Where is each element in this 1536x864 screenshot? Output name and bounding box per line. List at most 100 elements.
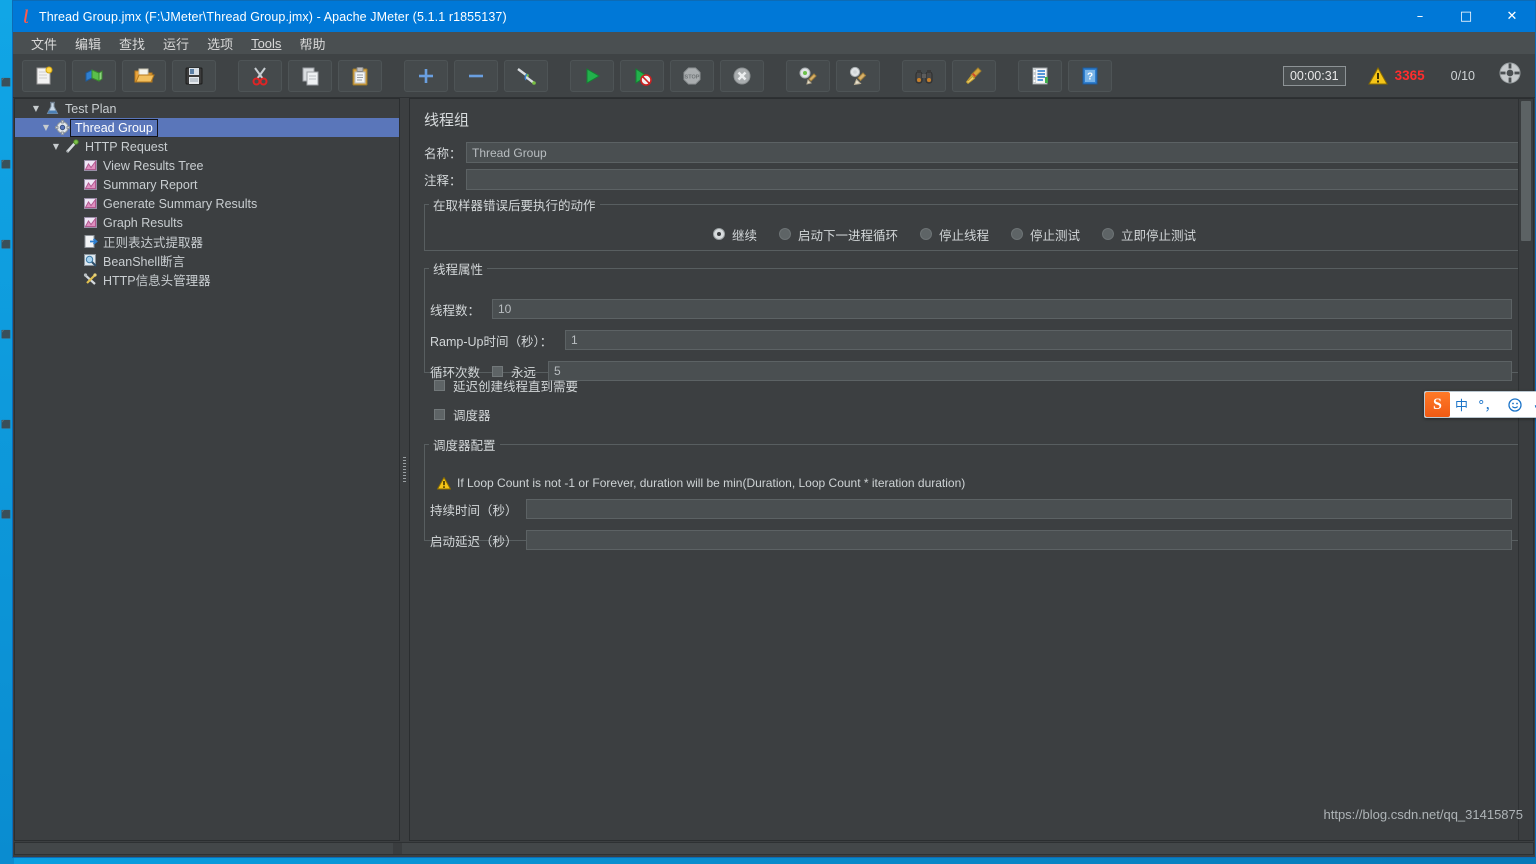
toolbar-status-area: 00:00:31 3365 0/10 [1282, 60, 1535, 91]
function-helper-button[interactable] [1018, 59, 1062, 92]
menu-bar: 文件 编辑 查找 运行 选项 Tools 帮助 [13, 32, 1535, 54]
warning-triangle-icon [437, 476, 451, 489]
forever-checkbox[interactable] [492, 365, 504, 377]
chevron-down-icon[interactable]: ▼ [29, 104, 43, 113]
delay-thread-creation-row[interactable]: 延迟创建线程直到需要 [434, 376, 578, 395]
chevron-down-icon[interactable]: ▼ [39, 123, 53, 132]
duration-row: 持续时间（秒） [430, 499, 1512, 519]
name-label: 名称： [424, 147, 462, 161]
maximize-button[interactable]: □ [1443, 1, 1489, 32]
startup-delay-input[interactable] [526, 530, 1512, 550]
tree-item-label: 正则表达式提取器 [103, 236, 204, 250]
copy-button[interactable] [288, 59, 332, 92]
new-button[interactable] [22, 59, 66, 92]
tree-item-thread-group[interactable]: ▼ Thread Group [15, 118, 399, 137]
close-button[interactable]: ✕ [1489, 1, 1535, 32]
tree-item-label: Thread Group [70, 118, 158, 137]
comment-input[interactable] [466, 169, 1519, 190]
name-input[interactable]: Thread Group [466, 142, 1519, 163]
scrollbar-thumb[interactable] [1521, 101, 1531, 241]
templates-button[interactable] [72, 59, 116, 92]
splitter-grip[interactable] [403, 456, 406, 483]
menu-options[interactable]: 选项 [198, 32, 242, 55]
tree-item-graph-results[interactable]: Graph Results [15, 213, 399, 232]
tree-item-http-request[interactable]: ▼ HTTP Request [15, 137, 399, 156]
on-sampler-error-group: 在取样器错误后要执行的动作 继续 启动下一进程循环 停止线程 停止测试 立即停止… [424, 195, 1519, 251]
menu-run[interactable]: 运行 [154, 32, 198, 55]
minimize-button[interactable]: – [1397, 1, 1443, 32]
radio-stop-test-now[interactable] [1102, 228, 1115, 240]
tree-item-generate-summary[interactable]: Generate Summary Results [15, 194, 399, 213]
save-button[interactable] [172, 59, 216, 92]
play-no-pause-icon [635, 67, 652, 86]
ime-punctuation-button[interactable]: °， [1473, 395, 1503, 414]
radio-continue-label: 继续 [731, 228, 757, 243]
ime-voice-input-button[interactable] [1527, 398, 1536, 412]
emoji-smile-icon [1507, 397, 1522, 412]
tree-item-test-plan[interactable]: ▼ Test Plan [15, 99, 399, 118]
window-controls: – □ ✕ [1397, 1, 1535, 32]
radio-continue[interactable] [712, 228, 725, 240]
reset-search-button[interactable] [952, 59, 996, 92]
radio-start-next-loop[interactable] [778, 228, 791, 240]
tree-item-regex-extractor[interactable]: 正则表达式提取器 [15, 232, 399, 251]
minus-icon [469, 74, 483, 77]
toggle-button[interactable] [504, 59, 548, 92]
radio-stop-thread[interactable] [919, 228, 932, 240]
sogou-ime-bar[interactable]: S 中 °， [1424, 391, 1536, 418]
stop-button[interactable]: STOP [670, 59, 714, 92]
test-plan-tree[interactable]: ▼ Test Plan ▼ Thread Group ▼ HTTP Reques… [14, 98, 400, 841]
radio-stop-test[interactable] [1011, 228, 1023, 240]
startup-delay-row: 启动延迟（秒） [430, 530, 1512, 550]
bottom-scrollbar[interactable] [14, 842, 1534, 855]
tree-item-http-header-manager[interactable]: HTTP信息头管理器 [15, 270, 399, 289]
start-button[interactable] [570, 59, 614, 92]
sogou-logo-icon[interactable]: S [1425, 392, 1450, 417]
yellow-broom-icon [965, 66, 982, 84]
tree-item-view-results-tree[interactable]: View Results Tree [15, 156, 399, 175]
clear-button[interactable] [786, 59, 830, 92]
menu-edit[interactable]: 编辑 [66, 32, 110, 55]
rampup-input[interactable]: 1 [565, 330, 1512, 350]
microphone-icon [1534, 404, 1536, 408]
tree-item-beanshell-assertion[interactable]: BeanShell断言 [15, 251, 399, 270]
svg-text:STOP: STOP [685, 74, 700, 80]
threads-input[interactable]: 10 [492, 299, 1512, 319]
ime-emoji-button[interactable] [1503, 397, 1527, 412]
cut-button[interactable] [238, 59, 282, 92]
panel-splitter[interactable] [400, 98, 409, 841]
chevron-down-icon[interactable]: ▼ [49, 142, 63, 151]
jmeter-window: ɭ Thread Group.jmx (F:\JMeter\Thread Gro… [12, 0, 1536, 858]
thread-count-row: 线程数： 10 [430, 299, 1512, 319]
tree-item-summary-report[interactable]: Summary Report [15, 175, 399, 194]
menu-search[interactable]: 查找 [110, 32, 154, 55]
main-hscroll-thumb[interactable] [402, 843, 1533, 854]
blue-help-book-icon: ? [1082, 67, 1098, 84]
shutdown-button[interactable] [720, 59, 764, 92]
menu-help[interactable]: 帮助 [290, 32, 334, 55]
warning-indicator[interactable]: 3365 [1367, 66, 1425, 85]
duration-input[interactable] [526, 499, 1512, 519]
search-button[interactable] [902, 59, 946, 92]
main-panel-vertical-scrollbar[interactable] [1518, 99, 1533, 840]
expand-all-button[interactable] [404, 59, 448, 92]
paste-button[interactable] [338, 59, 382, 92]
menu-tools[interactable]: Tools [242, 34, 290, 53]
test-plan-icon [43, 100, 61, 117]
scheduler-row[interactable]: 调度器 [434, 405, 491, 424]
scheduler-checkbox[interactable] [434, 409, 445, 420]
help-button[interactable]: ? [1068, 59, 1112, 92]
ime-chinese-mode-button[interactable]: 中 [1450, 395, 1473, 414]
reset-button[interactable] [1497, 60, 1523, 91]
start-no-pauses-button[interactable] [620, 59, 664, 92]
copy-pages-icon [302, 67, 319, 85]
clear-all-button[interactable] [836, 59, 880, 92]
delay-thread-creation-checkbox[interactable] [434, 380, 445, 391]
menu-file[interactable]: 文件 [22, 32, 66, 55]
collapse-all-button[interactable] [454, 59, 498, 92]
tree-hscroll-thumb[interactable] [15, 843, 393, 854]
tree-item-label: Graph Results [103, 215, 183, 230]
content-area: ▼ Test Plan ▼ Thread Group ▼ HTTP Reques… [14, 98, 1534, 841]
loops-input[interactable]: 5 [548, 361, 1512, 381]
open-button[interactable] [122, 59, 166, 92]
